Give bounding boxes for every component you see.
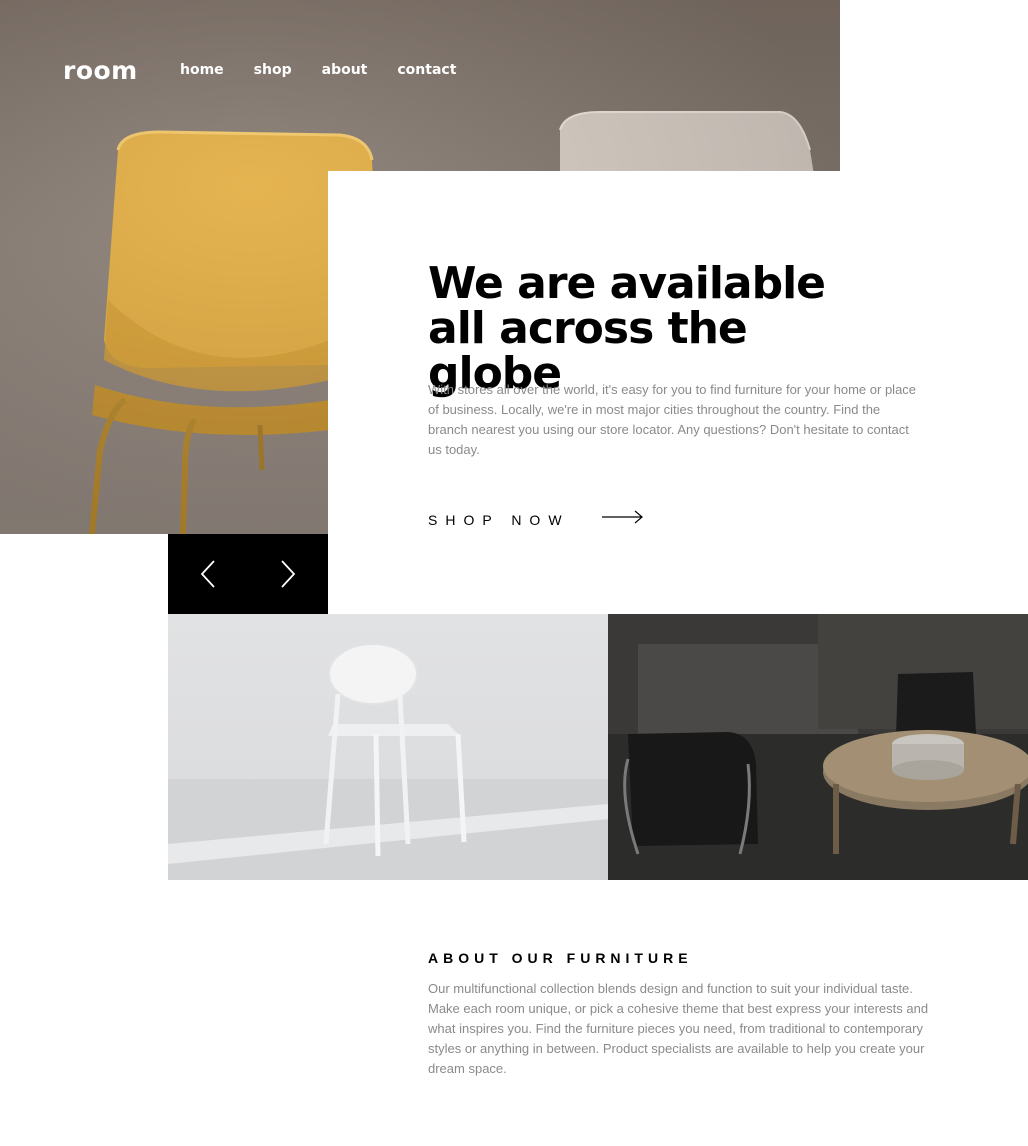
- chevron-right-icon: [281, 560, 296, 588]
- nav-home-link[interactable]: home: [180, 62, 224, 78]
- white-chair-photo: [168, 614, 608, 880]
- shop-now-button[interactable]: SHOP NOW: [428, 510, 644, 529]
- hero-headline: We are available all across the globe: [428, 258, 826, 399]
- about-body-text: Our multifunctional collection blends de…: [428, 981, 929, 1076]
- hero-content-card: We are available all across the globe Wi…: [328, 171, 1028, 614]
- brand-logo[interactable]: room: [63, 56, 138, 85]
- hero-body-text: With stores all over the world, it's eas…: [428, 382, 917, 457]
- chevron-left-icon: [200, 560, 215, 588]
- nav-about-link[interactable]: about: [322, 62, 368, 78]
- slider-next-button[interactable]: [248, 534, 328, 614]
- nav-shop-link[interactable]: shop: [254, 62, 292, 78]
- about-heading: ABOUT OUR FURNITURE: [428, 950, 693, 966]
- slider-prev-button[interactable]: [168, 534, 248, 614]
- nav-contact-link[interactable]: contact: [397, 62, 456, 78]
- dark-living-room-photo: [608, 614, 1028, 880]
- shop-now-label: SHOP NOW: [428, 511, 570, 528]
- arrow-right-icon: [601, 510, 644, 529]
- slider-controls: [168, 534, 328, 614]
- main-nav: home shop about contact: [180, 62, 456, 78]
